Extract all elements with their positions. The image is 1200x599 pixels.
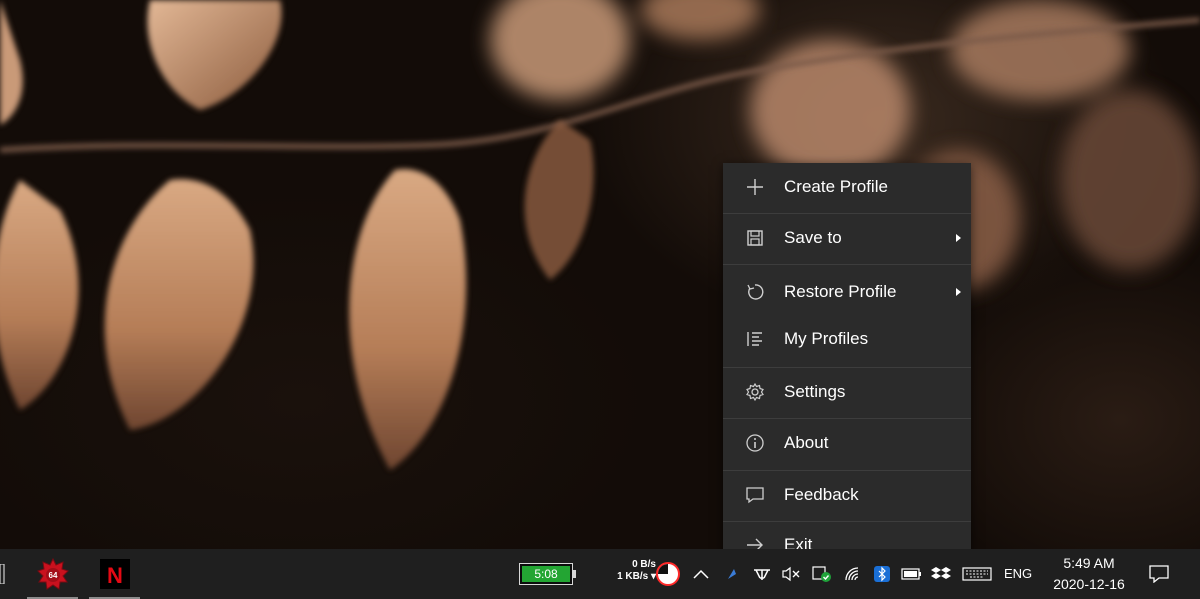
plus-icon <box>745 177 765 197</box>
list-icon <box>745 329 765 349</box>
menu-item-label: About <box>784 433 829 452</box>
taskbar-app-system-monitor[interactable]: 64 <box>27 549 78 599</box>
battery-meter[interactable]: 5:08 <box>519 563 573 585</box>
menu-item-restore-profile[interactable]: Restore Profile <box>723 269 971 315</box>
battery-time-text: 5:08 <box>522 566 570 582</box>
menu-separator <box>723 470 971 471</box>
network-speed-meter[interactable]: 0 B/s 1 KB/s ▾ <box>598 559 656 583</box>
tray-network-share[interactable] <box>750 549 774 599</box>
wifi-icon <box>845 567 859 581</box>
speech-bubble-icon <box>745 485 765 505</box>
dropbox-icon <box>931 567 951 579</box>
gear-icon <box>745 382 765 402</box>
menu-item-label: Save to <box>784 228 842 247</box>
menu-item-label: Settings <box>784 382 846 401</box>
action-center-button[interactable] <box>1146 549 1172 599</box>
tray-pie-timer[interactable] <box>654 549 682 599</box>
menu-item-label: My Profiles <box>784 329 869 348</box>
tray-volume-muted[interactable] <box>779 549 803 599</box>
network-share-icon <box>754 569 770 580</box>
menu-item-save-to[interactable]: Save to <box>723 215 971 261</box>
tray-battery[interactable] <box>900 549 924 599</box>
tray-wifi[interactable] <box>841 549 865 599</box>
tray-context-menu: Create Profile Save to Restore Profile M… <box>723 163 971 572</box>
menu-item-about[interactable]: About <box>723 420 971 466</box>
net-upload-text: 0 B/s <box>632 559 656 570</box>
menu-item-label: Feedback <box>784 485 859 504</box>
clock[interactable]: 5:49 AM 2020-12-16 <box>1043 553 1135 595</box>
keyboard-icon <box>962 567 992 581</box>
menu-separator <box>723 367 971 368</box>
restore-icon <box>745 282 765 302</box>
menu-item-create-profile[interactable]: Create Profile <box>723 164 971 210</box>
tray-touch-keyboard[interactable] <box>960 549 994 599</box>
red-gear-icon: 64 <box>36 557 69 590</box>
desktop-wallpaper <box>0 0 1200 549</box>
menu-item-label: Restore Profile <box>784 282 897 301</box>
tray-security[interactable] <box>810 549 834 599</box>
battery-nub <box>573 570 576 578</box>
bluetooth-icon <box>874 566 890 582</box>
taskbar-app-edge[interactable] <box>0 549 6 599</box>
tray-app-blue[interactable] <box>722 549 742 599</box>
menu-item-feedback[interactable]: Feedback <box>723 472 971 518</box>
net-download-value: 1 KB/s <box>617 571 649 582</box>
clock-time: 5:49 AM <box>1063 555 1115 571</box>
dried-leaves-image <box>0 0 1200 471</box>
blue-arrow-icon <box>728 569 736 579</box>
netflix-letter: N <box>107 563 123 588</box>
input-language-indicator[interactable]: ENG <box>1004 566 1032 581</box>
pie-chart-icon <box>656 562 680 586</box>
show-hidden-icons-button[interactable] <box>689 549 713 599</box>
menu-item-label: Create Profile <box>784 177 888 196</box>
speaker-muted-icon <box>782 566 800 582</box>
tray-dropbox[interactable] <box>929 549 953 599</box>
info-icon <box>745 433 765 453</box>
taskbar-app-netflix[interactable]: N <box>89 549 140 599</box>
menu-item-my-profiles[interactable]: My Profiles <box>723 316 971 362</box>
battery-icon <box>901 568 921 580</box>
net-download-text: 1 KB/s ▾ <box>617 571 656 582</box>
submenu-arrow-icon <box>956 234 961 242</box>
menu-separator <box>723 264 971 265</box>
tray-bluetooth[interactable] <box>870 549 894 599</box>
chevron-up-icon <box>693 569 709 579</box>
menu-separator <box>723 418 971 419</box>
submenu-arrow-icon <box>956 288 961 296</box>
shield-check-icon <box>812 566 831 582</box>
menu-separator <box>723 213 971 214</box>
floppy-disk-icon <box>745 228 765 248</box>
notification-icon <box>1149 565 1169 583</box>
netflix-icon: N <box>99 559 130 589</box>
clock-date: 2020-12-16 <box>1053 576 1125 592</box>
show-desktop-button[interactable] <box>1193 549 1200 599</box>
app-badge-text: 64 <box>48 571 57 580</box>
menu-item-settings[interactable]: Settings <box>723 369 971 415</box>
